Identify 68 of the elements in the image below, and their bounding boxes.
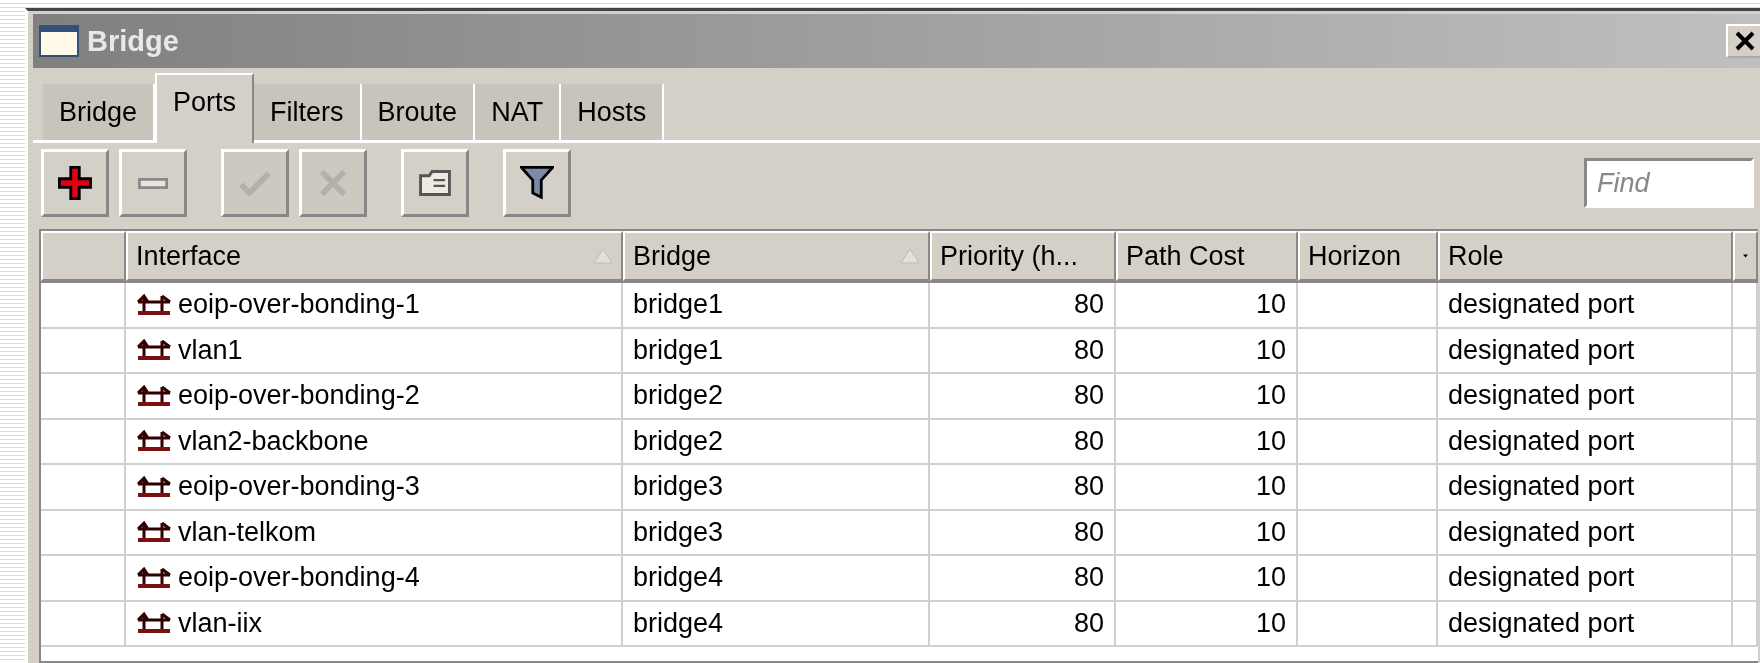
table-cell: 10 xyxy=(1255,562,1286,594)
search-field[interactable]: Find xyxy=(1584,158,1754,208)
table-cell: 80 xyxy=(1073,425,1104,457)
table-cell: bridge1 xyxy=(633,334,724,366)
close-icon xyxy=(1734,31,1756,51)
filter-icon xyxy=(520,166,554,200)
table-cell: bridge3 xyxy=(633,471,724,503)
plus-icon xyxy=(58,166,92,200)
table-cell: vlan1 xyxy=(178,334,243,366)
table-cell: designated port xyxy=(1448,380,1635,412)
tab[interactable]: Ports xyxy=(155,73,255,143)
table-cell: 80 xyxy=(1073,516,1104,548)
tab[interactable]: NAT xyxy=(475,84,562,140)
note-icon xyxy=(419,170,451,196)
table-cell: designated port xyxy=(1448,425,1635,457)
remove-button[interactable] xyxy=(119,149,187,217)
comment-button[interactable] xyxy=(401,149,469,217)
minus-icon xyxy=(138,177,168,189)
table-cell: designated port xyxy=(1448,562,1635,594)
table-cell: vlan-iix xyxy=(178,607,263,639)
table-cell: 10 xyxy=(1255,471,1286,503)
table-cell: bridge2 xyxy=(633,380,724,412)
table-cell: 10 xyxy=(1255,516,1286,548)
table-cell: 80 xyxy=(1073,471,1104,503)
table-cell: eoip-over-bonding-1 xyxy=(178,289,420,321)
table-cell: 10 xyxy=(1255,607,1286,639)
table-cell: bridge2 xyxy=(633,425,724,457)
add-button[interactable] xyxy=(41,149,109,217)
table-cell: bridge1 xyxy=(633,289,724,321)
table-cell: 10 xyxy=(1255,380,1286,412)
table-cell: bridge4 xyxy=(633,562,724,594)
table-cell: 80 xyxy=(1073,380,1104,412)
table-cell: designated port xyxy=(1448,334,1635,366)
column-header[interactable]: Role xyxy=(1438,231,1733,281)
close-button[interactable] xyxy=(1726,24,1760,58)
column-header[interactable]: Priority (h... xyxy=(930,231,1116,281)
table-cell: 10 xyxy=(1255,289,1286,321)
cross-icon xyxy=(319,169,347,197)
filter-button[interactable] xyxy=(503,149,571,217)
table-cell: eoip-over-bonding-2 xyxy=(178,380,420,412)
column-header[interactable]: Bridge xyxy=(623,231,930,281)
table-cell: designated port xyxy=(1448,471,1635,503)
table-cell: vlan2-backbone xyxy=(178,425,369,457)
table-cell: designated port xyxy=(1448,289,1635,321)
table-cell: vlan-telkom xyxy=(178,516,317,548)
checkmark-icon xyxy=(238,169,272,197)
window-title: Bridge xyxy=(87,24,180,58)
table-cell: 10 xyxy=(1255,334,1286,366)
table-cell: 80 xyxy=(1073,334,1104,366)
table-cell: 80 xyxy=(1073,607,1104,639)
table-cell: 80 xyxy=(1073,289,1104,321)
window-icon xyxy=(39,25,79,57)
tab[interactable]: Filters xyxy=(254,84,362,140)
table-cell: designated port xyxy=(1448,516,1635,548)
tab[interactable]: Bridge xyxy=(43,84,156,140)
column-header[interactable]: Path Cost xyxy=(1116,231,1298,281)
table-cell: 80 xyxy=(1073,562,1104,594)
table-cell: eoip-over-bonding-3 xyxy=(178,471,420,503)
column-header[interactable]: Horizon xyxy=(1298,231,1438,281)
table-cell: bridge3 xyxy=(633,516,724,548)
column-header[interactable]: Interface xyxy=(126,231,623,281)
column-menu-button[interactable] xyxy=(1733,231,1758,281)
tab[interactable]: Broute xyxy=(361,84,476,140)
table-cell: bridge4 xyxy=(633,607,724,639)
table-cell: 10 xyxy=(1255,425,1286,457)
table-cell: eoip-over-bonding-4 xyxy=(178,562,420,594)
table-cell: designated port xyxy=(1448,607,1635,639)
tab[interactable]: Hosts xyxy=(561,84,665,140)
